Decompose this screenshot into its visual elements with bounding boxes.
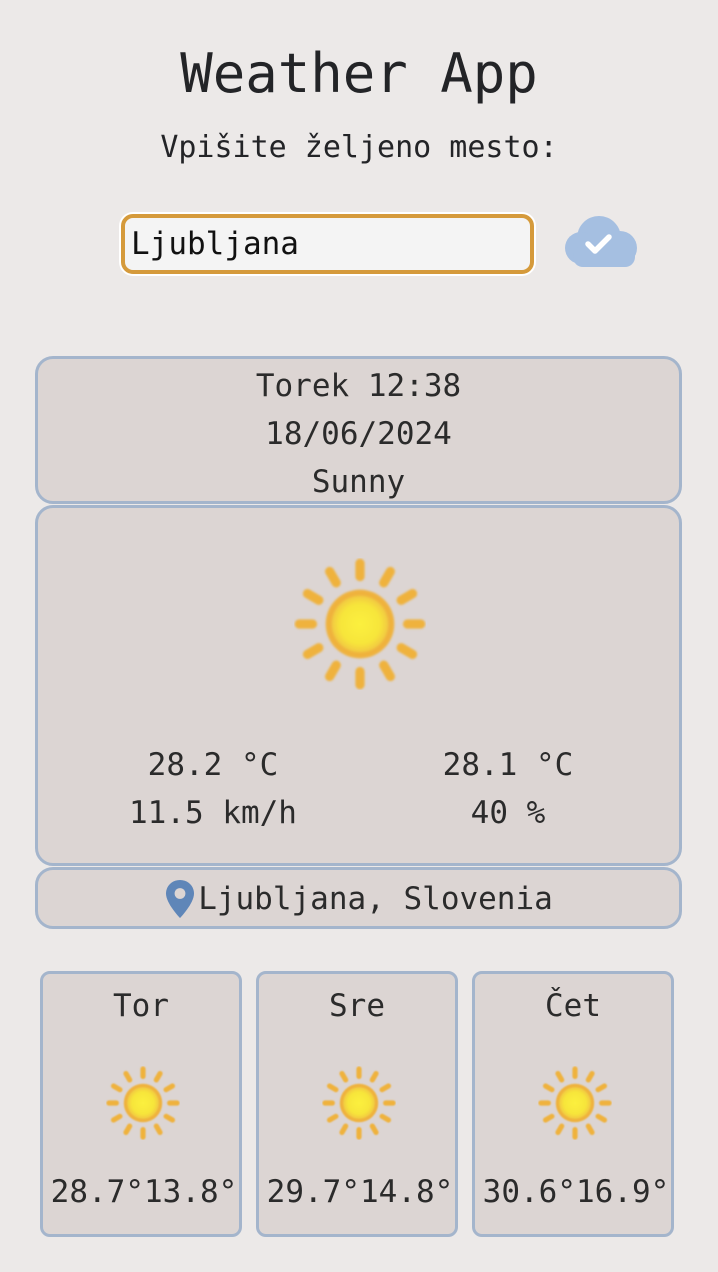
forecast-day-card: Čet 30.6°16.9° — [472, 971, 674, 1237]
feels-like-value: 28.1 °C — [442, 747, 574, 783]
forecast-day-name: Tor — [113, 988, 169, 1024]
day-time-text: Torek 12:38 — [255, 368, 462, 404]
cloud-check-icon — [565, 216, 637, 267]
forecast-day-name: Sre — [329, 988, 385, 1024]
date-text: 18/06/2024 — [265, 416, 452, 452]
location-text: Ljubljana, Slovenia — [198, 881, 553, 917]
humidity-value: 40 % — [470, 795, 546, 831]
forecast-temps: 30.6°16.9° — [482, 1174, 670, 1210]
forecast-day-card: Tor 28.7°13.8° — [40, 971, 242, 1237]
weather-app: Weather App Vpišite željeno mesto: Torek… — [0, 0, 718, 1272]
date-condition-card: Torek 12:38 18/06/2024 Sunny — [35, 356, 682, 504]
forecast-temps: 29.7°14.8° — [266, 1174, 454, 1210]
condition-text: Sunny — [311, 464, 406, 500]
search-submit-button[interactable] — [557, 210, 643, 272]
map-pin-icon — [166, 880, 195, 918]
current-weather-card: 28.2 °C 28.1 °C 11.5 km/h 40 % — [35, 505, 682, 866]
sun-icon — [106, 1066, 180, 1140]
forecast-temps: 28.7°13.8° — [50, 1174, 238, 1210]
city-prompt-label: Vpišite željeno mesto: — [160, 130, 558, 165]
temperature-value: 28.2 °C — [147, 747, 279, 783]
forecast-day-card: Sre 29.7°14.8° — [256, 971, 458, 1237]
page-title: Weather App — [180, 42, 538, 105]
sun-icon — [294, 558, 426, 690]
wind-speed-value: 11.5 km/h — [129, 795, 297, 831]
city-search-input[interactable] — [121, 214, 534, 274]
location-card: Ljubljana, Slovenia — [35, 867, 682, 929]
sun-icon — [322, 1066, 396, 1140]
forecast-day-name: Čet — [545, 988, 601, 1024]
sun-icon — [538, 1066, 612, 1140]
